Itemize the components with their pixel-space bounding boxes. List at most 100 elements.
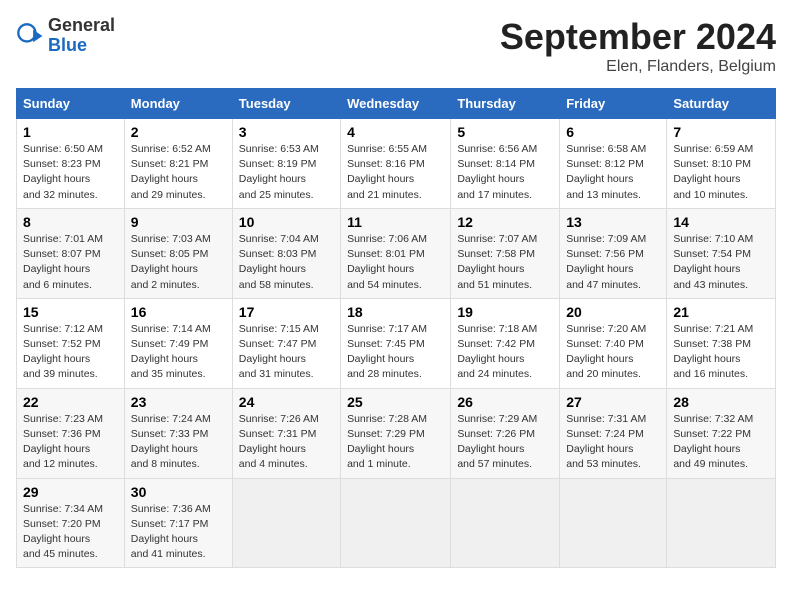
col-monday: Monday [124,89,232,119]
day-number: 8 [23,214,118,230]
day-detail: Sunrise: 7:34 AMSunset: 7:20 PMDaylight … [23,503,103,561]
day-number: 15 [23,304,118,320]
calendar-cell: 15 Sunrise: 7:12 AMSunset: 7:52 PMDayligh… [17,298,125,388]
day-number: 12 [457,214,553,230]
calendar-cell: 13 Sunrise: 7:09 AMSunset: 7:56 PMDayligh… [560,208,667,298]
calendar-cell: 19 Sunrise: 7:18 AMSunset: 7:42 PMDayligh… [451,298,560,388]
calendar-cell: 11 Sunrise: 7:06 AMSunset: 8:01 PMDayligh… [341,208,451,298]
calendar-cell: 7 Sunrise: 6:59 AMSunset: 8:10 PMDaylight… [667,119,776,209]
day-number: 24 [239,394,334,410]
calendar-week-row: 22 Sunrise: 7:23 AMSunset: 7:36 PMDayligh… [17,388,776,478]
calendar-cell: 22 Sunrise: 7:23 AMSunset: 7:36 PMDayligh… [17,388,125,478]
day-number: 29 [23,484,118,500]
day-number: 21 [673,304,769,320]
day-detail: Sunrise: 7:01 AMSunset: 8:07 PMDaylight … [23,233,103,291]
col-tuesday: Tuesday [232,89,340,119]
day-detail: Sunrise: 7:06 AMSunset: 8:01 PMDaylight … [347,233,427,291]
calendar-cell: 12Sunrise: 7:07 AMSunset: 7:58 PMDayligh… [451,208,560,298]
calendar-week-row: 15 Sunrise: 7:12 AMSunset: 7:52 PMDayligh… [17,298,776,388]
calendar-table: Sunday Monday Tuesday Wednesday Thursday… [16,88,776,568]
title-block: September 2024 Elen, Flanders, Belgium [500,16,776,76]
day-number: 11 [347,214,444,230]
day-number: 1 [23,124,118,140]
day-number: 14 [673,214,769,230]
calendar-cell: 20 Sunrise: 7:20 AMSunset: 7:40 PMDayligh… [560,298,667,388]
calendar-week-row: 8 Sunrise: 7:01 AMSunset: 8:07 PMDaylight… [17,208,776,298]
calendar-cell: 16 Sunrise: 7:14 AMSunset: 7:49 PMDayligh… [124,298,232,388]
day-number: 20 [566,304,660,320]
day-detail: Sunrise: 7:14 AMSunset: 7:49 PMDaylight … [131,323,211,381]
logo-icon [16,22,44,50]
page-header: General Blue September 2024 Elen, Flande… [16,16,776,76]
day-detail: Sunrise: 7:28 AMSunset: 7:29 PMDaylight … [347,413,427,471]
day-detail: Sunrise: 7:31 AMSunset: 7:24 PMDaylight … [566,413,646,471]
day-detail: Sunrise: 7:36 AMSunset: 7:17 PMDaylight … [131,503,211,561]
calendar-cell: 14Sunrise: 7:10 AMSunset: 7:54 PMDayligh… [667,208,776,298]
logo-general-text: General [48,15,115,35]
day-detail: Sunrise: 6:56 AMSunset: 8:14 PMDaylight … [457,143,537,201]
calendar-cell: 25 Sunrise: 7:28 AMSunset: 7:29 PMDayligh… [341,388,451,478]
calendar-cell: 4 Sunrise: 6:55 AMSunset: 8:16 PMDaylight… [341,119,451,209]
day-detail: Sunrise: 6:55 AMSunset: 8:16 PMDaylight … [347,143,427,201]
calendar-cell: 5 Sunrise: 6:56 AMSunset: 8:14 PMDaylight… [451,119,560,209]
col-saturday: Saturday [667,89,776,119]
day-detail: Sunrise: 7:18 AMSunset: 7:42 PMDaylight … [457,323,537,381]
calendar-cell: 9Sunrise: 7:03 AMSunset: 8:05 PMDaylight… [124,208,232,298]
col-thursday: Thursday [451,89,560,119]
calendar-cell [232,478,340,568]
day-detail: Sunrise: 7:04 AMSunset: 8:03 PMDaylight … [239,233,319,291]
day-number: 3 [239,124,334,140]
day-number: 2 [131,124,226,140]
calendar-week-row: 29 Sunrise: 7:34 AMSunset: 7:20 PMDayligh… [17,478,776,568]
day-number: 5 [457,124,553,140]
day-detail: Sunrise: 7:32 AMSunset: 7:22 PMDaylight … [673,413,753,471]
day-number: 23 [131,394,226,410]
day-detail: Sunrise: 7:09 AMSunset: 7:56 PMDaylight … [566,233,646,291]
day-number: 16 [131,304,226,320]
calendar-cell: 2 Sunrise: 6:52 AMSunset: 8:21 PMDaylight… [124,119,232,209]
day-number: 7 [673,124,769,140]
calendar-cell: 17 Sunrise: 7:15 AMSunset: 7:47 PMDayligh… [232,298,340,388]
calendar-cell: 6Sunrise: 6:58 AMSunset: 8:12 PMDaylight… [560,119,667,209]
col-sunday: Sunday [17,89,125,119]
col-friday: Friday [560,89,667,119]
day-detail: Sunrise: 7:23 AMSunset: 7:36 PMDaylight … [23,413,103,471]
day-number: 18 [347,304,444,320]
calendar-cell: 1 Sunrise: 6:50 AMSunset: 8:23 PMDaylight… [17,119,125,209]
day-number: 25 [347,394,444,410]
day-number: 22 [23,394,118,410]
day-number: 26 [457,394,553,410]
day-detail: Sunrise: 7:29 AMSunset: 7:26 PMDaylight … [457,413,537,471]
day-detail: Sunrise: 7:15 AMSunset: 7:47 PMDaylight … [239,323,319,381]
day-detail: Sunrise: 6:59 AMSunset: 8:10 PMDaylight … [673,143,753,201]
calendar-cell [667,478,776,568]
calendar-cell: 21 Sunrise: 7:21 AMSunset: 7:38 PMDayligh… [667,298,776,388]
day-number: 19 [457,304,553,320]
calendar-cell: 24Sunrise: 7:26 AMSunset: 7:31 PMDayligh… [232,388,340,478]
location: Elen, Flanders, Belgium [500,58,776,76]
day-number: 13 [566,214,660,230]
calendar-cell [451,478,560,568]
day-number: 28 [673,394,769,410]
calendar-cell: 10Sunrise: 7:04 AMSunset: 8:03 PMDayligh… [232,208,340,298]
calendar-body: 1 Sunrise: 6:50 AMSunset: 8:23 PMDaylight… [17,119,776,568]
day-detail: Sunrise: 7:12 AMSunset: 7:52 PMDaylight … [23,323,103,381]
calendar-cell: 28 Sunrise: 7:32 AMSunset: 7:22 PMDayligh… [667,388,776,478]
day-detail: Sunrise: 6:52 AMSunset: 8:21 PMDaylight … [131,143,211,201]
day-detail: Sunrise: 7:03 AMSunset: 8:05 PMDaylight … [131,233,211,291]
day-number: 17 [239,304,334,320]
logo: General Blue [16,16,115,56]
col-wednesday: Wednesday [341,89,451,119]
calendar-cell: 27 Sunrise: 7:31 AMSunset: 7:24 PMDayligh… [560,388,667,478]
calendar-cell: 23Sunrise: 7:24 AMSunset: 7:33 PMDayligh… [124,388,232,478]
day-number: 27 [566,394,660,410]
day-number: 4 [347,124,444,140]
day-detail: Sunrise: 7:17 AMSunset: 7:45 PMDaylight … [347,323,427,381]
calendar-cell: 8 Sunrise: 7:01 AMSunset: 8:07 PMDaylight… [17,208,125,298]
day-number: 30 [131,484,226,500]
logo-blue-text: Blue [48,35,87,55]
day-detail: Sunrise: 6:50 AMSunset: 8:23 PMDaylight … [23,143,103,201]
day-detail: Sunrise: 7:20 AMSunset: 7:40 PMDaylight … [566,323,646,381]
calendar-cell: 29 Sunrise: 7:34 AMSunset: 7:20 PMDayligh… [17,478,125,568]
day-detail: Sunrise: 7:21 AMSunset: 7:38 PMDaylight … [673,323,753,381]
